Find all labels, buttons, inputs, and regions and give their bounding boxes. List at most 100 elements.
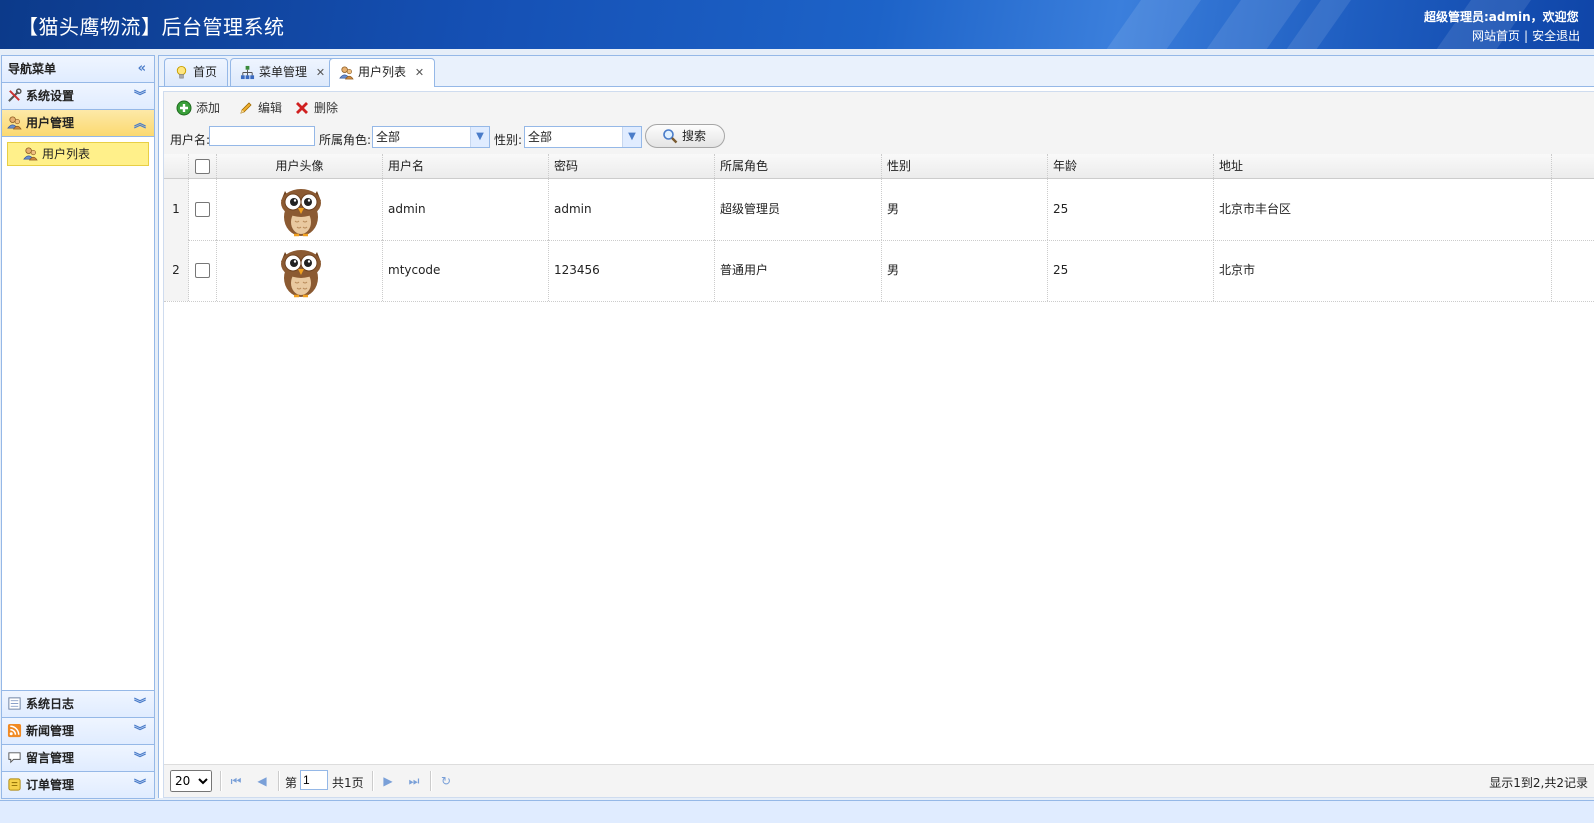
pager-separator xyxy=(430,771,432,791)
row-checkbox[interactable] xyxy=(195,263,210,278)
sidebar-section-messages[interactable]: 留言管理 ︾ xyxy=(2,744,154,771)
prev-page-icon[interactable]: ◀ xyxy=(254,773,270,789)
gender-filter-label: 性别: xyxy=(494,133,523,147)
row-number: 2 xyxy=(164,240,189,301)
refresh-icon[interactable]: ↻ xyxy=(438,773,454,789)
address-cell: 北京市丰台区 xyxy=(1214,179,1552,240)
sidebar-title-text: 导航菜单 xyxy=(8,62,57,76)
table-row[interactable]: 1 admin admin 超级管理员 男 25 北京市丰台区 xyxy=(164,179,1594,241)
sidebar-section-user-management[interactable]: 用户管理 ︽ xyxy=(2,110,154,137)
avatar-cell xyxy=(217,240,383,301)
lightbulb-icon xyxy=(176,65,187,79)
comment-icon xyxy=(8,752,21,764)
add-icon xyxy=(176,100,192,116)
row-checkbox-cell xyxy=(189,179,217,240)
role-cell: 超级管理员 xyxy=(715,179,882,240)
chevron-down-icon: ︾ xyxy=(133,89,146,103)
sidebar-section-orders[interactable]: 订单管理 ︾ xyxy=(2,771,154,798)
gender-filter-select[interactable]: 全部 ▼ xyxy=(524,126,642,148)
first-page-icon[interactable]: ⏮ xyxy=(228,773,244,789)
site-home-link[interactable]: 网站首页 xyxy=(1472,29,1520,43)
edit-button-label: 编辑 xyxy=(258,101,283,115)
column-header-role[interactable]: 所属角色 xyxy=(715,154,882,178)
sidebar-item-label: 用户列表 xyxy=(42,147,91,161)
owl-avatar-icon xyxy=(281,250,321,298)
close-icon[interactable]: ✕ xyxy=(415,66,424,79)
tab-user-list[interactable]: 用户列表 ✕ xyxy=(329,58,436,87)
table-row[interactable]: 2 mtycode 123456 普通用户 男 25 北京市 xyxy=(164,240,1594,302)
users-icon xyxy=(339,66,354,80)
page-prefix-label: 第 xyxy=(285,776,298,790)
age-cell: 25 xyxy=(1048,179,1214,240)
add-button[interactable]: 添加 xyxy=(176,99,220,117)
avatar-cell xyxy=(217,179,383,240)
sidebar-section-label: 系统日志 xyxy=(26,697,75,711)
column-header-gender[interactable]: 性别 xyxy=(882,154,1048,178)
age-cell: 25 xyxy=(1048,240,1214,301)
tab-menu-management[interactable]: 菜单管理 ✕ xyxy=(230,58,337,86)
sidebar-section-news[interactable]: 新闻管理 ︾ xyxy=(2,717,154,744)
password-cell: 123456 xyxy=(549,240,715,301)
pager-separator xyxy=(220,771,222,791)
username-filter-input[interactable] xyxy=(209,126,315,146)
delete-button[interactable]: 删除 xyxy=(294,99,338,117)
sidebar-title: 导航菜单 « xyxy=(2,56,154,83)
username-filter-label: 用户名: xyxy=(170,133,211,147)
nav-sidebar: 导航菜单 « 系统设置 ︾ 用户管理 ︽ 用户列表 系统日志 ︾ 新闻管理 ︾ … xyxy=(1,55,155,799)
role-filter-select[interactable]: 全部 ▼ xyxy=(372,126,490,148)
next-page-icon[interactable]: ▶ xyxy=(380,773,396,789)
gender-cell: 男 xyxy=(882,240,1048,301)
column-header-avatar[interactable]: 用户头像 xyxy=(217,154,383,178)
chevron-down-icon: ︾ xyxy=(133,778,146,792)
page-total-label: 共1页 xyxy=(332,776,364,790)
gender-filter-value: 全部 xyxy=(528,130,553,144)
collapse-sidebar-icon[interactable]: « xyxy=(138,56,146,82)
pager-info: 显示1到2,共2记录 xyxy=(1489,776,1588,790)
page-number-input[interactable] xyxy=(300,770,328,790)
chevron-down-icon: ︾ xyxy=(133,724,146,738)
pager-separator xyxy=(278,771,280,791)
sidebar-item-user-list[interactable]: 用户列表 xyxy=(7,142,149,166)
header-links: 网站首页 | 安全退出 xyxy=(1472,27,1594,44)
search-button[interactable]: 搜索 xyxy=(645,124,726,148)
select-all-header xyxy=(189,154,217,178)
user-list-panel: 添加 编辑 删除 用户名: 所属角色: 全部 ▼ 性别: 全部 ▼ 搜索 用户头… xyxy=(163,91,1594,798)
link-separator: | xyxy=(1524,29,1529,43)
chevron-down-icon: ▼ xyxy=(622,127,641,147)
sitemap-icon xyxy=(240,65,255,80)
column-header-username[interactable]: 用户名 xyxy=(383,154,549,178)
chevron-up-icon: ︽ xyxy=(133,116,146,130)
close-icon[interactable]: ✕ xyxy=(316,66,325,79)
chevron-down-icon: ︾ xyxy=(133,697,146,711)
sidebar-section-label: 新闻管理 xyxy=(26,724,75,738)
owl-avatar-icon xyxy=(281,189,321,237)
pagination-bar: 20 ⏮ ◀ 第 共1页 ▶ ⏭ ↻ 显示1到2,共2记录 xyxy=(164,764,1594,797)
sidebar-section-label: 留言管理 xyxy=(26,751,75,765)
main-panel: 首页 菜单管理 ✕ 用户列表 ✕ 添加 编辑 删除 用户名: 所属角色: 全部 … xyxy=(158,55,1594,798)
sidebar-section-system-log[interactable]: 系统日志 ︾ xyxy=(2,690,154,717)
username-cell: admin xyxy=(383,179,549,240)
edit-button[interactable]: 编辑 xyxy=(238,99,282,117)
last-page-icon[interactable]: ⏭ xyxy=(406,773,422,789)
logout-link[interactable]: 安全退出 xyxy=(1532,29,1580,43)
page-size-select[interactable]: 20 xyxy=(170,770,212,792)
delete-button-label: 删除 xyxy=(314,101,339,115)
row-checkbox[interactable] xyxy=(195,202,210,217)
role-filter-label: 所属角色: xyxy=(319,133,372,147)
select-all-checkbox[interactable] xyxy=(195,159,210,174)
order-icon xyxy=(8,778,21,791)
sidebar-bottom-sections: 系统日志 ︾ 新闻管理 ︾ 留言管理 ︾ 订单管理 ︾ xyxy=(2,690,154,798)
log-icon xyxy=(8,697,21,710)
tab-label: 首页 xyxy=(193,65,218,79)
row-number-header xyxy=(164,154,189,178)
column-header-password[interactable]: 密码 xyxy=(549,154,715,178)
sidebar-section-system-settings[interactable]: 系统设置 ︾ xyxy=(2,83,154,110)
pager-separator xyxy=(372,771,374,791)
column-header-age[interactable]: 年龄 xyxy=(1048,154,1214,178)
password-cell: admin xyxy=(549,179,715,240)
delete-icon xyxy=(296,102,308,114)
column-header-address[interactable]: 地址 xyxy=(1214,154,1552,178)
tab-home[interactable]: 首页 xyxy=(164,58,229,86)
role-cell: 普通用户 xyxy=(715,240,882,301)
current-user-text: 超级管理员:admin，欢迎您 xyxy=(1424,10,1579,24)
